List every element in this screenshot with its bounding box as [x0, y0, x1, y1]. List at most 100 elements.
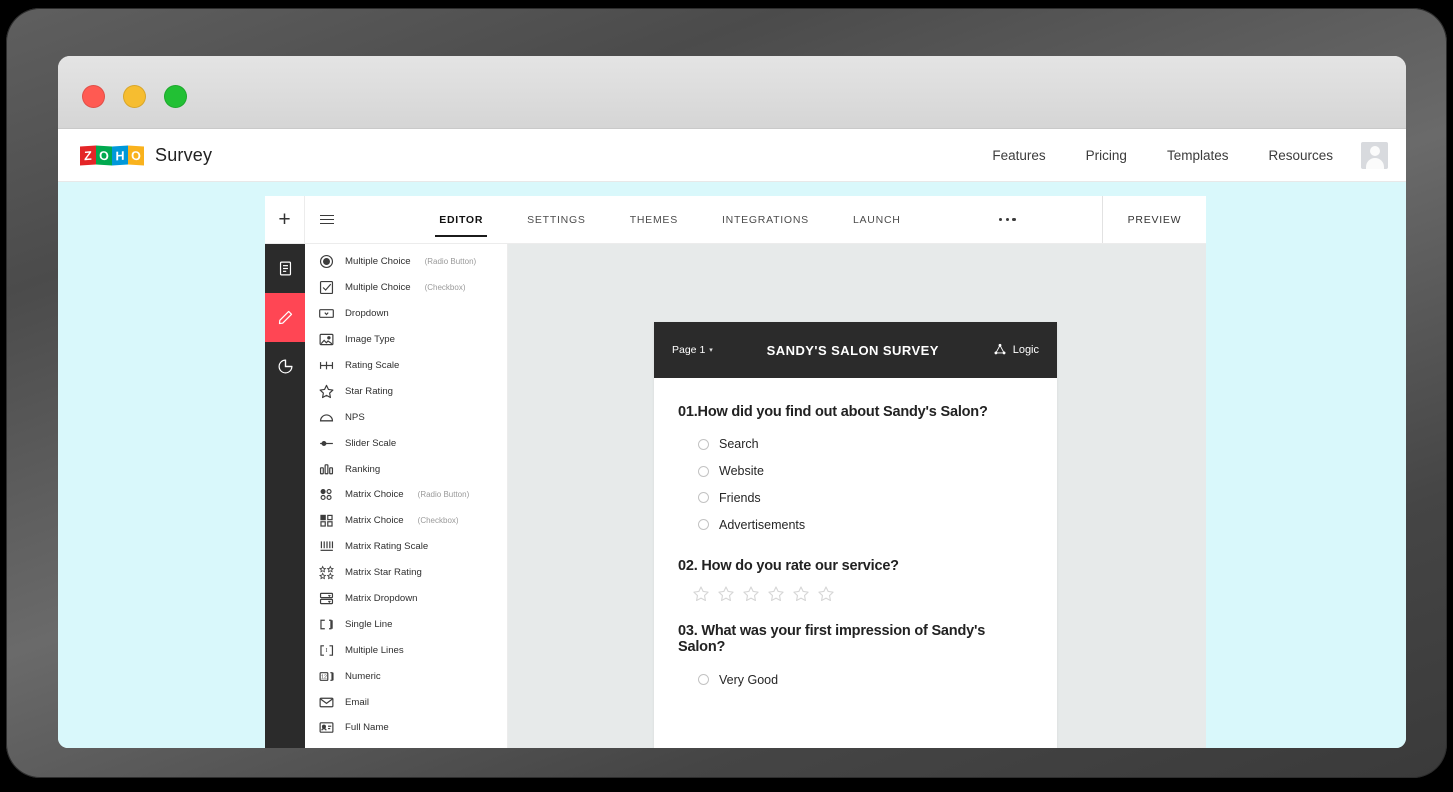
question-type-item[interactable]: Full Name	[305, 715, 507, 741]
radio-button-icon[interactable]	[698, 674, 709, 686]
option-row[interactable]: Very Good	[698, 666, 1033, 693]
star-icon[interactable]	[767, 585, 785, 603]
question-type-item[interactable]: 12 Numeric	[305, 663, 507, 689]
question-options: Search Website Friends Advertisements	[678, 431, 1033, 538]
question-type-item[interactable]: Rating Scale	[305, 353, 507, 379]
rail-edit-button[interactable]	[265, 293, 305, 342]
question-type-item[interactable]: Matrix Rating Scale	[305, 534, 507, 560]
tab-integrations[interactable]: INTEGRATIONS	[700, 196, 831, 243]
list-icon	[320, 214, 334, 225]
star-icon[interactable]	[692, 585, 710, 603]
editor-icon-rail	[265, 244, 305, 748]
question-type-item[interactable]: Matrix Choice (Radio Button)	[305, 482, 507, 508]
survey-title: SANDY'S SALON SURVEY	[766, 342, 939, 358]
star-rating-input[interactable]	[678, 585, 1033, 603]
tab-themes[interactable]: THEMES	[608, 196, 700, 243]
dropdown-icon	[318, 306, 335, 322]
question-type-item[interactable]: Matrix Dropdown	[305, 586, 507, 612]
question-type-item[interactable]: I Multiple Lines	[305, 637, 507, 663]
survey-canvas: Page 1 ▾ SANDY'S SALON SURVEY Logic 01.H…	[508, 244, 1206, 748]
nav-item-resources[interactable]: Resources	[1248, 148, 1353, 163]
add-question-button[interactable]: +	[265, 196, 305, 243]
question-type-label: Matrix Choice	[345, 515, 404, 527]
screen: Z O H O Survey Features Pricing Template…	[58, 56, 1406, 748]
nav-item-pricing[interactable]: Pricing	[1066, 148, 1147, 163]
question-type-item[interactable]: Matrix Choice (Checkbox)	[305, 508, 507, 534]
minimize-button[interactable]	[123, 85, 146, 108]
question-type-label: Matrix Dropdown	[345, 593, 418, 605]
option-row[interactable]: Website	[698, 458, 1033, 485]
question-type-item[interactable]: Dropdown	[305, 301, 507, 327]
page-selector[interactable]: Page 1 ▾	[672, 344, 713, 356]
nps-gauge-icon	[318, 409, 335, 425]
slider-icon	[318, 435, 335, 451]
rail-pages-button[interactable]	[265, 244, 305, 293]
question-list-button[interactable]	[305, 196, 349, 243]
multiple-lines-icon: I	[318, 642, 335, 658]
question-type-item[interactable]: Multiple Choice (Checkbox)	[305, 275, 507, 301]
star-icon	[318, 383, 335, 399]
star-icon[interactable]	[742, 585, 760, 603]
question-type-label: Matrix Choice	[345, 489, 404, 501]
star-icon[interactable]	[817, 585, 835, 603]
editor-toolbar: + EDITOR SETTINGS THEMES INTEGRATIONS LA…	[265, 196, 1206, 244]
option-label: Friends	[719, 490, 761, 505]
close-button[interactable]	[82, 85, 105, 108]
nav-item-features[interactable]: Features	[972, 148, 1065, 163]
full-name-icon	[318, 720, 335, 736]
preview-button[interactable]: PREVIEW	[1102, 196, 1206, 243]
rail-reports-button[interactable]	[265, 342, 305, 391]
more-options-button[interactable]	[981, 196, 1034, 243]
matrix-star-icon	[318, 565, 335, 581]
question-type-item[interactable]: Email	[305, 689, 507, 715]
question-type-item[interactable]: Multiple Choice (Radio Button)	[305, 249, 507, 275]
question-text: 03. What was your first impression of Sa…	[678, 623, 986, 656]
radio-button-icon[interactable]	[698, 519, 709, 531]
brand-logo[interactable]: Z O H O Survey	[80, 145, 212, 166]
user-avatar-icon[interactable]	[1361, 141, 1388, 169]
logo-letter: H	[112, 144, 128, 166]
page-label: Page 1	[672, 344, 706, 356]
option-label: Advertisements	[719, 517, 806, 532]
tab-editor[interactable]: EDITOR	[417, 196, 505, 243]
tab-launch[interactable]: LAUNCH	[831, 196, 923, 243]
logo-letter: Z	[80, 144, 96, 166]
option-label: Search	[719, 437, 759, 452]
logic-label: Logic	[1012, 344, 1039, 356]
question-type-item[interactable]: Image Type	[305, 327, 507, 353]
pages-icon	[279, 261, 291, 276]
question-type-sublabel: (Checkbox)	[417, 516, 459, 526]
logic-button[interactable]: Logic	[993, 343, 1039, 357]
question-type-item[interactable]: Slider Scale	[305, 430, 507, 456]
question-text: 02. How do you rate our service?	[678, 558, 899, 575]
question-type-sublabel: (Radio Button)	[424, 257, 477, 267]
question-type-item[interactable]: NPS	[305, 404, 507, 430]
radio-button-icon[interactable]	[698, 465, 709, 477]
radio-button-icon[interactable]	[698, 438, 709, 450]
nav-item-templates[interactable]: Templates	[1147, 148, 1249, 163]
survey-question: 01.How did you find out about Sandy's Sa…	[678, 404, 1033, 538]
logic-triangle-icon	[994, 343, 1006, 355]
question-type-item[interactable]: Single Line	[305, 611, 507, 637]
star-icon[interactable]	[717, 585, 735, 603]
question-type-item[interactable]: Star Rating	[305, 378, 507, 404]
star-icon[interactable]	[792, 585, 810, 603]
svg-text:I: I	[326, 648, 328, 654]
radio-button-icon[interactable]	[698, 492, 709, 504]
edit-pencil-icon	[278, 310, 292, 325]
tab-settings[interactable]: SETTINGS	[505, 196, 608, 243]
question-type-item[interactable]: Matrix Star Rating	[305, 560, 507, 586]
question-type-item[interactable]: Ranking	[305, 456, 507, 482]
option-row[interactable]: Advertisements	[698, 511, 1033, 538]
option-row[interactable]: Search	[698, 431, 1033, 458]
app-background: + EDITOR SETTINGS THEMES INTEGRATIONS LA…	[58, 182, 1406, 748]
logo-letter: O	[128, 144, 144, 166]
question-type-label: Ranking	[345, 463, 381, 475]
device-bezel: Z O H O Survey Features Pricing Template…	[6, 8, 1447, 778]
survey-question: 02. How do you rate our service?	[678, 558, 1033, 603]
maximize-button[interactable]	[164, 85, 187, 108]
question-type-sublabel: (Checkbox)	[424, 283, 466, 293]
question-type-label: Dropdown	[345, 308, 389, 320]
survey-card: Page 1 ▾ SANDY'S SALON SURVEY Logic 01.H…	[654, 322, 1057, 748]
option-row[interactable]: Friends	[698, 485, 1033, 512]
